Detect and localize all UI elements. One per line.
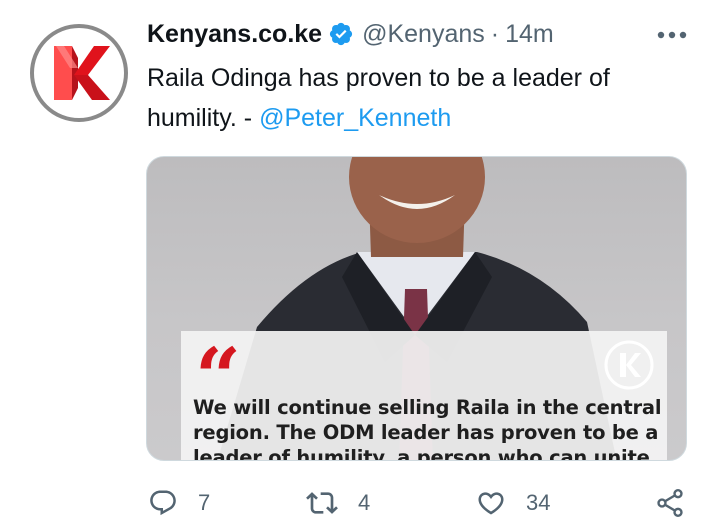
more-icon[interactable] (656, 30, 688, 40)
tweet-media[interactable]: “ We will continue selling Raila in the … (146, 156, 687, 461)
reply-count: 7 (198, 490, 211, 515)
verified-badge-icon (329, 22, 353, 46)
author-handle[interactable]: @Kenyans (362, 20, 485, 49)
reply-button[interactable]: 7 (148, 478, 210, 528)
separator-dot: · (490, 19, 500, 48)
retweet-icon (306, 492, 338, 514)
mention-link[interactable]: @Peter_Kenneth (259, 104, 451, 132)
quote-overlay: “ We will continue selling Raila in the … (181, 331, 667, 461)
retweet-count: 4 (358, 490, 371, 515)
kenyans-logo-icon (54, 46, 110, 100)
share-icon (657, 489, 683, 517)
author-avatar[interactable] (30, 24, 128, 122)
tweet-header: Kenyans.co.ke @Kenyans · 14m (147, 14, 554, 54)
like-icon (478, 492, 504, 515)
action-bar: 7 4 34 (0, 478, 720, 528)
tweet-text: Raila Odinga has proven to be a leader o… (147, 58, 687, 138)
quote-text: We will continue selling Raila in the ce… (193, 396, 662, 461)
like-button[interactable]: 34 (476, 478, 550, 528)
kenyans-watermark-icon (604, 340, 654, 390)
share-button[interactable] (654, 478, 686, 528)
author-name[interactable]: Kenyans.co.ke (147, 20, 322, 49)
like-count: 34 (526, 490, 551, 515)
tweet-timestamp[interactable]: 14m (505, 20, 554, 49)
reply-icon (150, 490, 176, 516)
retweet-button[interactable]: 4 (306, 478, 370, 528)
